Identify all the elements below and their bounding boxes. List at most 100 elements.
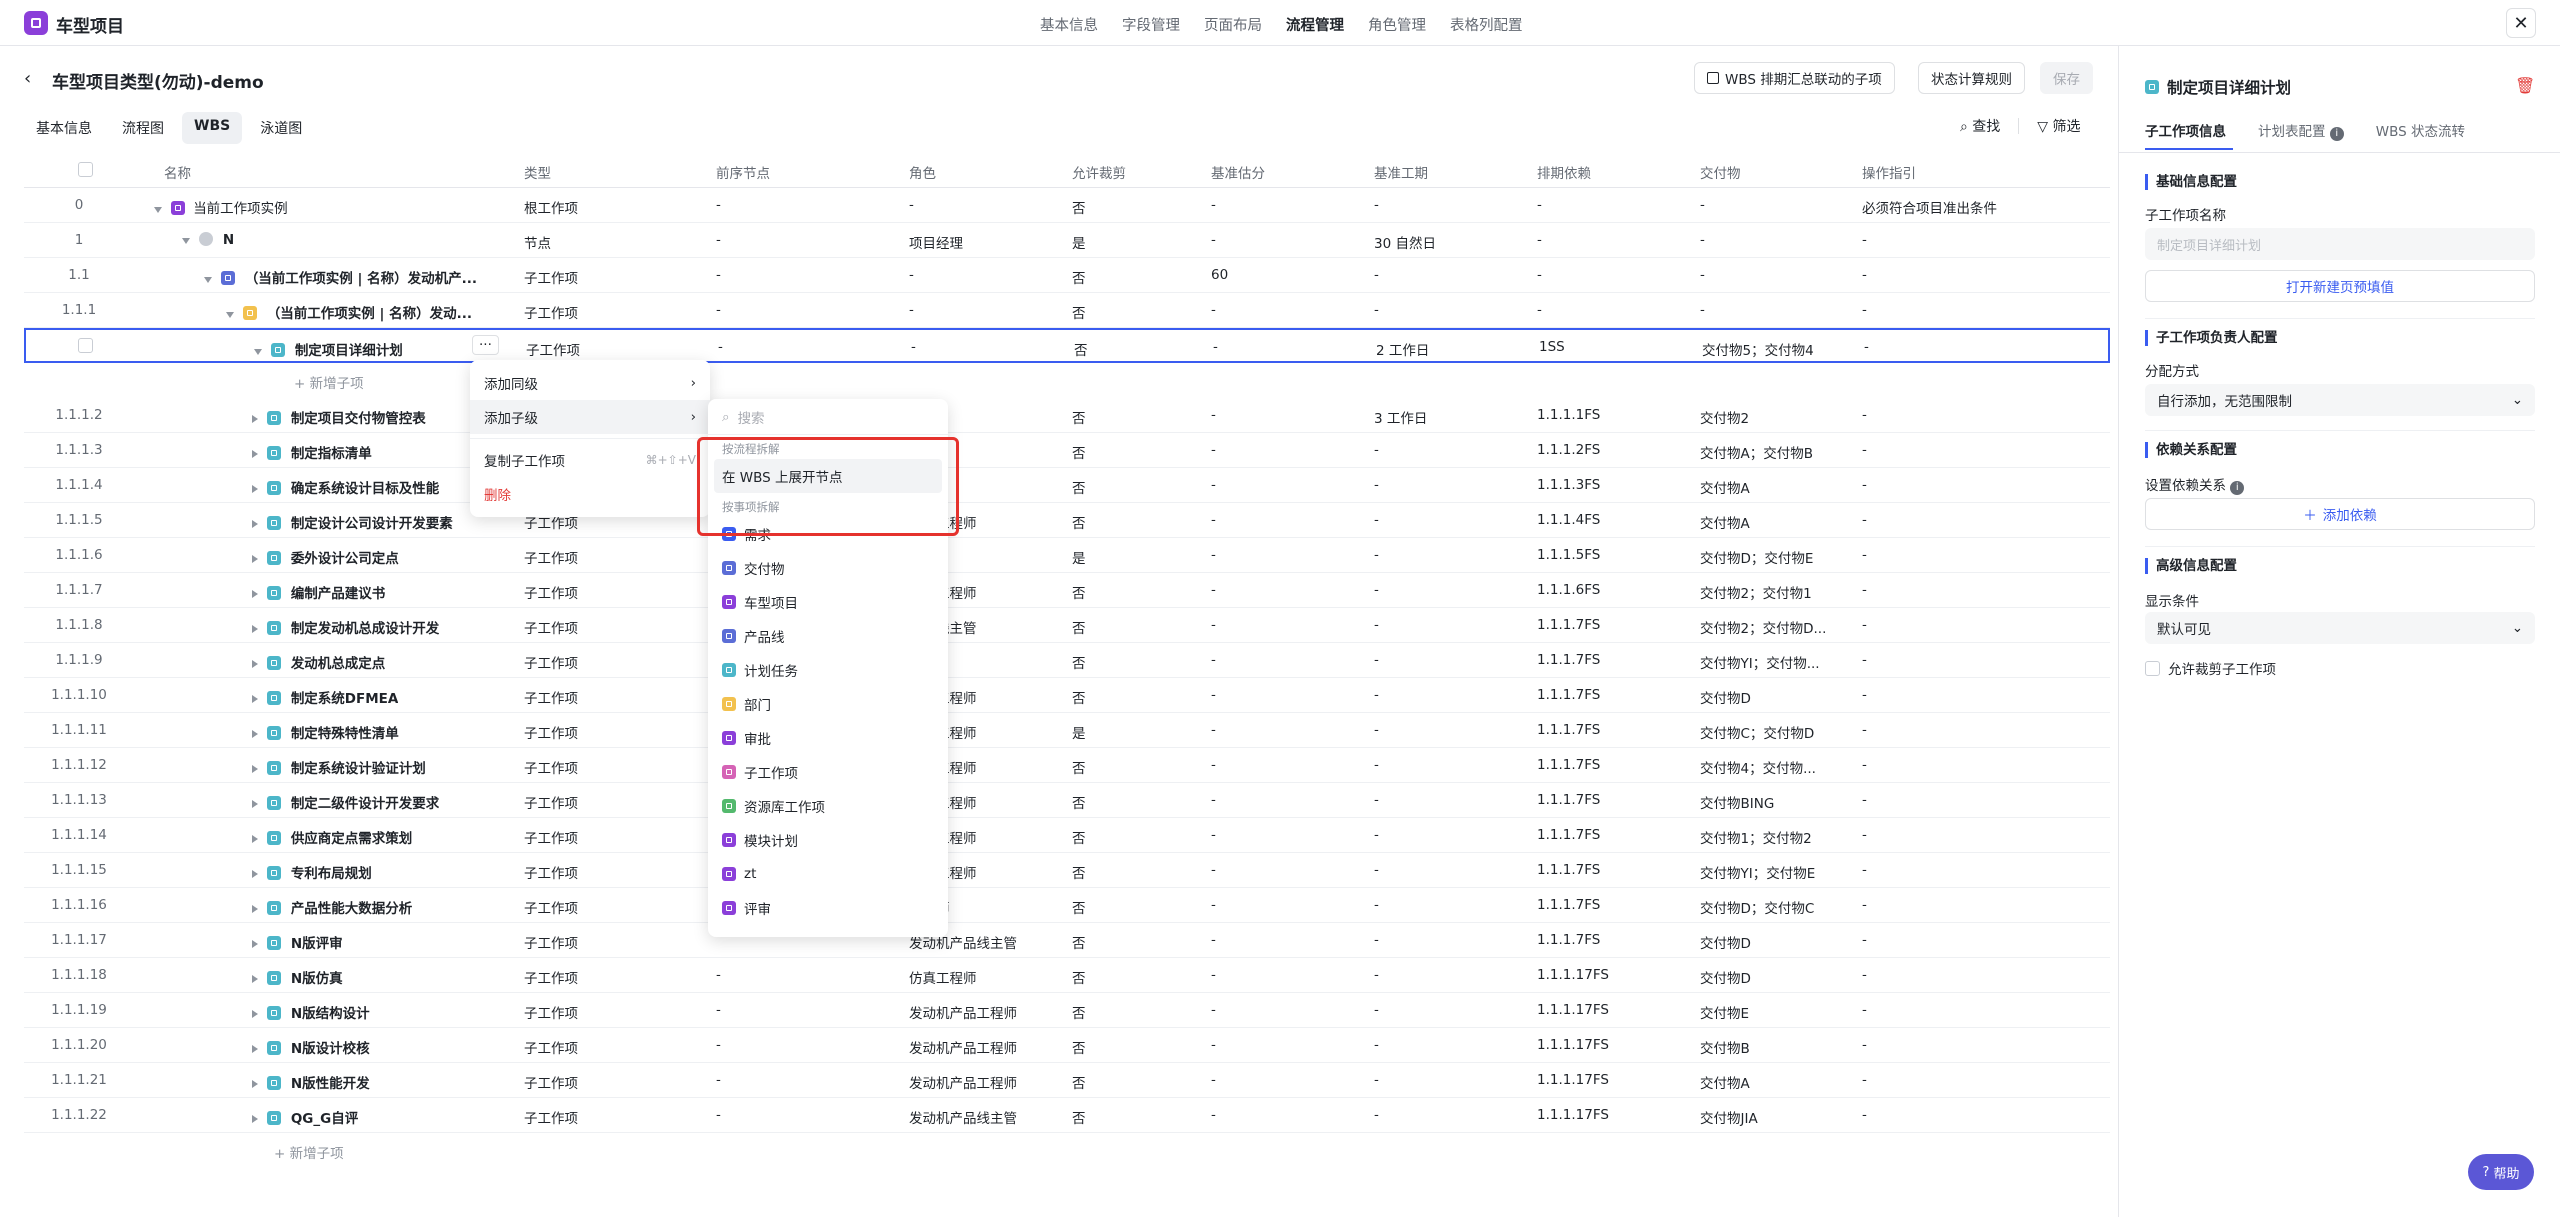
submenu-item[interactable]: 部门 (708, 687, 948, 721)
menu-item-add-child[interactable]: 添加子级 › (470, 400, 710, 434)
view-tab[interactable]: 流程图 (110, 112, 176, 144)
filter-button[interactable]: ▽ 筛选 (2037, 116, 2080, 136)
open-prefill-button[interactable]: 打开新建页预填值 (2145, 270, 2535, 302)
top-nav-item[interactable]: 角色管理 (1368, 14, 1426, 35)
row-checkbox[interactable] (78, 338, 93, 353)
table-row[interactable]: 1.1.1.17 N版评审 子工作项 发动机产品线主管否 - -1.1.1.7FS 交付物… (24, 923, 2110, 958)
expand-right-icon[interactable] (252, 660, 258, 668)
close-button[interactable]: ✕ (2506, 8, 2536, 38)
submenu-item[interactable]: 审批 (708, 721, 948, 755)
expand-right-icon[interactable] (252, 1080, 258, 1088)
table-row[interactable]: 1.1.1.8 制定发动机总成设计开发子工作项产品线主管否--1.1.1.7FS… (24, 608, 2110, 643)
table-row[interactable]: 1.1.1.4 确定系统设计目标及性能 否 - - 1.1.1.3FS 交付物A - (24, 468, 2110, 503)
expand-right-icon[interactable] (252, 1115, 258, 1123)
more-icon[interactable]: ··· (472, 335, 499, 355)
allow-cut-checkbox[interactable]: 允许裁剪子工作项 (2145, 658, 2276, 678)
expand-right-icon[interactable] (252, 1045, 258, 1053)
table-row[interactable]: 1 N 节点 - 项目经理 是 - 30 自然日 - - - (24, 223, 2110, 258)
expand-right-icon[interactable] (252, 695, 258, 703)
table-row[interactable]: 1.1.1.21 N版性能开发 子工作项 - 发动机产品工程师 否 - - 1.1.1.17F… (24, 1063, 2110, 1098)
table-row[interactable]: 1.1.1 （当前工作项实例 | 名称）发动... 子工作项 - - 否 - - - - - (24, 293, 2110, 328)
tab-item-info[interactable]: 子工作项信息 (2145, 120, 2226, 141)
table-row[interactable]: 1.1.1.19 N版结构设计 子工作项 - 发动机产品工程师 否 - - 1.1.1.17F… (24, 993, 2110, 1028)
expand-right-icon[interactable] (252, 800, 258, 808)
view-tab[interactable]: 基本信息 (24, 112, 104, 144)
expand-down-icon[interactable] (154, 207, 162, 213)
tab-schedule-config[interactable]: 计划表配置 i (2258, 120, 2344, 141)
table-row[interactable]: 1.1.1.14 供应商定点需求策划子工作项产品工程师否--1.1.1.7FS交… (24, 818, 2110, 853)
expand-right-icon[interactable] (252, 975, 258, 983)
add-child-row[interactable]: + 新增子项 (24, 1133, 2110, 1168)
expand-right-icon[interactable] (252, 485, 258, 493)
submenu-item[interactable]: 车型项目 (708, 585, 948, 619)
table-row[interactable]: 1.1.1.16 产品性能大数据分析子工作项工程师否--1.1.1.7FS交付物… (24, 888, 2110, 923)
top-nav-item[interactable]: 流程管理 (1286, 14, 1344, 35)
submenu-item[interactable]: zt (708, 857, 948, 891)
menu-item-add-sibling[interactable]: 添加同级 › (470, 366, 710, 400)
table-row[interactable]: 1.1.1.11 制定特殊特性清单子工作项产品工程师是--1.1.1.7FS交付… (24, 713, 2110, 748)
assign-select[interactable]: 自行添加，无范围限制 ⌄ (2145, 384, 2535, 416)
table-row[interactable]: 1.1.1.22 QG_G自评 子工作项 - 发动机产品线主管 否 - - 1.1.1.17F… (24, 1098, 2110, 1133)
submenu-item[interactable]: 评审 (708, 891, 948, 925)
expand-right-icon[interactable] (252, 940, 258, 948)
expand-right-icon[interactable] (252, 765, 258, 773)
submenu-item[interactable]: 子工作项 (708, 755, 948, 789)
expand-down-icon[interactable] (204, 277, 212, 283)
menu-item-delete[interactable]: 删除 (470, 477, 710, 511)
delete-icon[interactable]: 🗑 (2515, 76, 2535, 95)
expand-right-icon[interactable] (252, 450, 258, 458)
back-arrow-icon[interactable]: ‹ (24, 68, 31, 89)
add-dependency-button[interactable]: ＋ 添加依赖 (2145, 498, 2535, 530)
table-row[interactable]: 1.1.1.6 委外设计公司定点子工作项经理是--1.1.1.5FS交付物D；交… (24, 538, 2110, 573)
expand-right-icon[interactable] (252, 905, 258, 913)
save-button[interactable]: 保存 (2040, 62, 2093, 94)
table-row[interactable]: 1.1.1.5 制定设计公司设计开发要素子工作项产品工程师否--1.1.1.4F… (24, 503, 2110, 538)
top-nav-item[interactable]: 基本信息 (1040, 14, 1098, 35)
table-row[interactable]: 1.1.1.10 制定系统DFMEA子工作项产品工程师否--1.1.1.7FS交… (24, 678, 2110, 713)
table-row[interactable]: 1.1.1.18 N版仿真 子工作项 - 仿真工程师 否 - - 1.1.1.17FS 交付物D… (24, 958, 2110, 993)
table-row[interactable]: 1.1.1.12 制定系统设计验证计划子工作项产品工程师否--1.1.1.7FS… (24, 748, 2110, 783)
expand-right-icon[interactable] (252, 590, 258, 598)
top-nav-item[interactable]: 页面布局 (1204, 14, 1262, 35)
submenu-item[interactable]: 模块计划 (708, 823, 948, 857)
menu-item-copy[interactable]: 复制子工作项 ⌘+⇧+V (470, 443, 710, 477)
table-row[interactable]: 1.1.1.7 编制产品建议书子工作项产品工程师否--1.1.1.6FS交付物2… (24, 573, 2110, 608)
table-row[interactable]: 1.1 （当前工作项实例 | 名称）发动机产... 子工作项 - - 否 60 - - - - (24, 258, 2110, 293)
expand-right-icon[interactable] (252, 625, 258, 633)
name-input[interactable]: 制定项目详细计划 (2145, 228, 2535, 260)
submenu-search[interactable]: ⌕ 搜索 (708, 399, 948, 435)
add-child-row[interactable]: + 新增子项 (24, 363, 2110, 398)
expand-right-icon[interactable] (252, 520, 258, 528)
expand-right-icon[interactable] (252, 415, 258, 423)
submenu-item[interactable]: 计划任务 (708, 653, 948, 687)
select-all-checkbox[interactable] (78, 162, 93, 177)
show-select[interactable]: 默认可见 ⌄ (2145, 612, 2535, 644)
submenu-item[interactable]: 产品线 (708, 619, 948, 653)
table-row[interactable]: 1.1.1.20 N版设计校核 子工作项 - 发动机产品工程师 否 - - 1.1.1.17F… (24, 1028, 2110, 1063)
table-row[interactable]: 1.1.1.9 发动机总成定点子工作项经理否--1.1.1.7FS交付物YI；交… (24, 643, 2110, 678)
table-row[interactable]: 0 当前工作项实例 根工作项 - - 否 - - - - 必须符合项目准出条件 (24, 188, 2110, 223)
top-nav-item[interactable]: 字段管理 (1122, 14, 1180, 35)
top-nav-item[interactable]: 表格列配置 (1450, 14, 1523, 35)
expand-right-icon[interactable] (252, 555, 258, 563)
find-button[interactable]: ⌕ 查找 (1960, 116, 2000, 136)
expand-down-icon[interactable] (182, 238, 190, 244)
table-row[interactable]: 制定项目详细计划 ··· 子工作项 - - 否 - 2 工作日 1SS 交付物5；交付物4 - (24, 328, 2110, 363)
expand-right-icon[interactable] (252, 730, 258, 738)
status-rules-button[interactable]: 状态计算规则 (1918, 62, 2025, 94)
view-tab[interactable]: 泳道图 (248, 112, 314, 144)
expand-right-icon[interactable] (252, 835, 258, 843)
expand-right-icon[interactable] (252, 870, 258, 878)
submenu-item[interactable]: 资源库工作项 (708, 789, 948, 823)
expand-down-icon[interactable] (254, 349, 262, 355)
submenu-item[interactable]: 交付物 (708, 551, 948, 585)
expand-right-icon[interactable] (252, 1010, 258, 1018)
expand-down-icon[interactable] (226, 312, 234, 318)
wbs-linked-items-button[interactable]: WBS 排期汇总联动的子项 (1694, 62, 1895, 94)
table-row[interactable]: 1.1.1.15 专利布局规划子工作项产品工程师否--1.1.1.7FS交付物Y… (24, 853, 2110, 888)
table-row[interactable]: 1.1.1.3 制定指标清单 否 - - 1.1.1.2FS 交付物A；交付物B - (24, 433, 2110, 468)
help-button[interactable]: ? 帮助 (2468, 1154, 2534, 1190)
table-row[interactable]: 1.1.1.2 制定项目交付物管控表子工作项否-3 工作日1.1.1.1FS交付… (24, 398, 2110, 433)
tab-wbs-status[interactable]: WBS 状态流转 (2376, 120, 2465, 141)
view-tab[interactable]: WBS (182, 112, 243, 144)
